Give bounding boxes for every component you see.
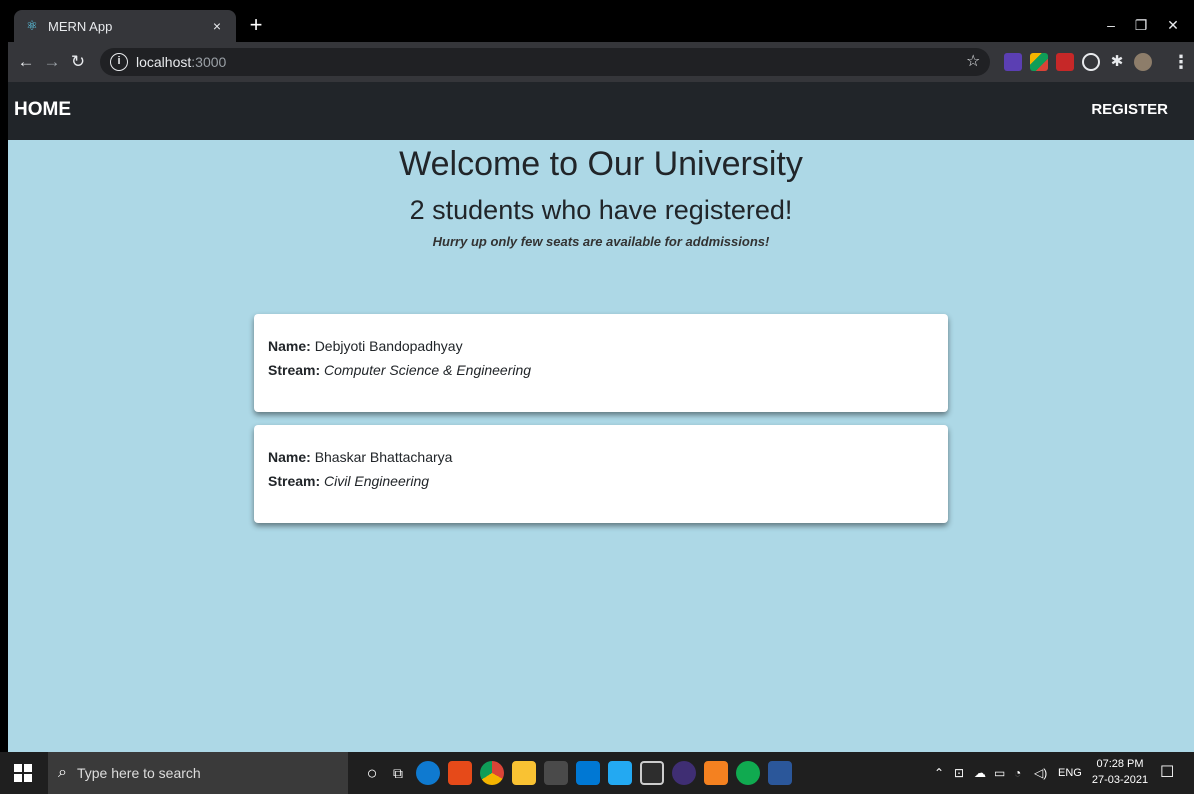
back-icon[interactable]: ←	[14, 50, 38, 74]
volume-icon[interactable]: ◁)	[1034, 752, 1047, 794]
eclipse-icon[interactable]	[672, 761, 696, 785]
minimize-icon[interactable]: –	[1096, 12, 1126, 38]
screen: ⚛ MERN App × + – ❐ ✕ ← → ↻ i localhost:3…	[0, 0, 1194, 794]
tab-close-icon[interactable]: ×	[208, 18, 226, 34]
mongodb-icon[interactable]	[736, 761, 760, 785]
puzzle-icon[interactable]: ✱	[1108, 53, 1126, 71]
student-list: Name: Debjyoti Bandopadhyay Stream: Comp…	[254, 314, 948, 536]
react-icon: ⚛	[26, 18, 38, 33]
name-label: Name:	[268, 338, 311, 354]
student-name-line: Name: Bhaskar Bhattacharya	[268, 445, 934, 469]
name-label: Name:	[268, 449, 311, 465]
taskbar-search-input[interactable]: ⌕ Type here to search	[48, 752, 348, 794]
cortana-icon[interactable]: ○	[360, 761, 384, 785]
tray-chevron-icon[interactable]: ⌃	[934, 752, 944, 794]
menu-icon[interactable]: ⋮	[1172, 50, 1190, 74]
extension-icon[interactable]	[1030, 53, 1048, 71]
student-name: Bhaskar Bhattacharya	[314, 449, 453, 465]
extension-icon[interactable]	[1056, 53, 1074, 71]
browser-toolbar: ← → ↻ i localhost:3000 ☆ ✱ ⋮	[8, 42, 1194, 82]
admission-note: Hurry up only few seats are available fo…	[432, 234, 770, 249]
vscode-icon[interactable]	[608, 761, 632, 785]
browser-tab-strip: ⚛ MERN App × + – ❐ ✕	[8, 8, 1194, 42]
clock-date: 27-03-2021	[1091, 774, 1149, 786]
search-icon: ⌕	[58, 764, 67, 781]
search-placeholder: Type here to search	[76, 765, 201, 781]
notification-icon[interactable]: ☐	[1160, 752, 1174, 794]
store-icon[interactable]	[544, 761, 568, 785]
student-card: Name: Bhaskar Bhattacharya Stream: Civil…	[254, 425, 948, 523]
page-subtitle: 2 students who have registered!	[409, 195, 793, 225]
taskbar-clock[interactable]: 07:28 PM 27-03-2021	[1090, 756, 1150, 788]
stream-label: Stream:	[268, 473, 321, 489]
url-host: localhost	[136, 54, 192, 70]
student-stream-line: Stream: Civil Engineering	[268, 469, 934, 493]
nav-home-link[interactable]: HOME	[14, 99, 71, 121]
page-viewport: HOME REGISTER Welcome to Our University …	[8, 82, 1194, 752]
chrome-icon[interactable]	[480, 761, 504, 785]
page-title: Welcome to Our University	[399, 145, 803, 183]
sublime-icon[interactable]	[704, 761, 728, 785]
task-view-icon[interactable]: ⧉	[386, 761, 410, 785]
student-name: Debjyoti Bandopadhyay	[314, 338, 463, 354]
address-bar[interactable]: i localhost:3000	[100, 48, 990, 76]
new-tab-button[interactable]: +	[244, 14, 268, 38]
windows-taskbar: ⌕ Type here to search ○ ⧉ ⌃ ⊡ ☁ ▭ ◔ ◁) E…	[0, 752, 1194, 794]
student-stream-line: Stream: Computer Science & Engineering	[268, 358, 934, 382]
restore-icon[interactable]: ❐	[1126, 12, 1156, 38]
student-name-line: Name: Debjyoti Bandopadhyay	[268, 334, 934, 358]
mail-icon[interactable]	[576, 761, 600, 785]
clock-time: 07:28 PM	[1096, 758, 1144, 770]
stream-label: Stream:	[268, 362, 321, 378]
terminal-icon[interactable]	[640, 761, 664, 785]
hero-section: Welcome to Our University 2 students who…	[8, 142, 1194, 249]
window-close-icon[interactable]: ✕	[1158, 12, 1188, 38]
nav-register-link[interactable]: REGISTER	[1091, 101, 1168, 118]
wifi-icon[interactable]: ◔	[1014, 752, 1021, 794]
onedrive-icon[interactable]: ☁	[974, 752, 986, 794]
tray-meet-icon[interactable]: ⊡	[954, 752, 964, 794]
site-info-icon[interactable]: i	[110, 53, 128, 71]
office-icon[interactable]	[448, 761, 472, 785]
avatar[interactable]	[1134, 53, 1152, 71]
bookmark-star-icon[interactable]: ☆	[966, 50, 980, 74]
battery-icon[interactable]: ▭	[994, 752, 1005, 794]
extension-icon[interactable]	[1004, 53, 1022, 71]
site-navbar: HOME REGISTER	[8, 82, 1194, 140]
edge-icon[interactable]	[416, 761, 440, 785]
reload-icon[interactable]: ↻	[66, 50, 90, 74]
student-stream: Computer Science & Engineering	[324, 362, 532, 378]
student-card: Name: Debjyoti Bandopadhyay Stream: Comp…	[254, 314, 948, 412]
word-icon[interactable]	[768, 761, 792, 785]
windows-start-icon[interactable]	[14, 764, 32, 782]
student-stream: Civil Engineering	[324, 473, 430, 489]
url-port: :3000	[191, 54, 227, 70]
extension-icon[interactable]	[1082, 53, 1100, 71]
file-explorer-icon[interactable]	[512, 761, 536, 785]
browser-tab[interactable]: ⚛ MERN App ×	[14, 10, 236, 42]
forward-icon[interactable]: →	[40, 50, 64, 74]
language-indicator[interactable]: ENG	[1058, 752, 1082, 794]
tab-title: MERN App	[48, 18, 113, 34]
